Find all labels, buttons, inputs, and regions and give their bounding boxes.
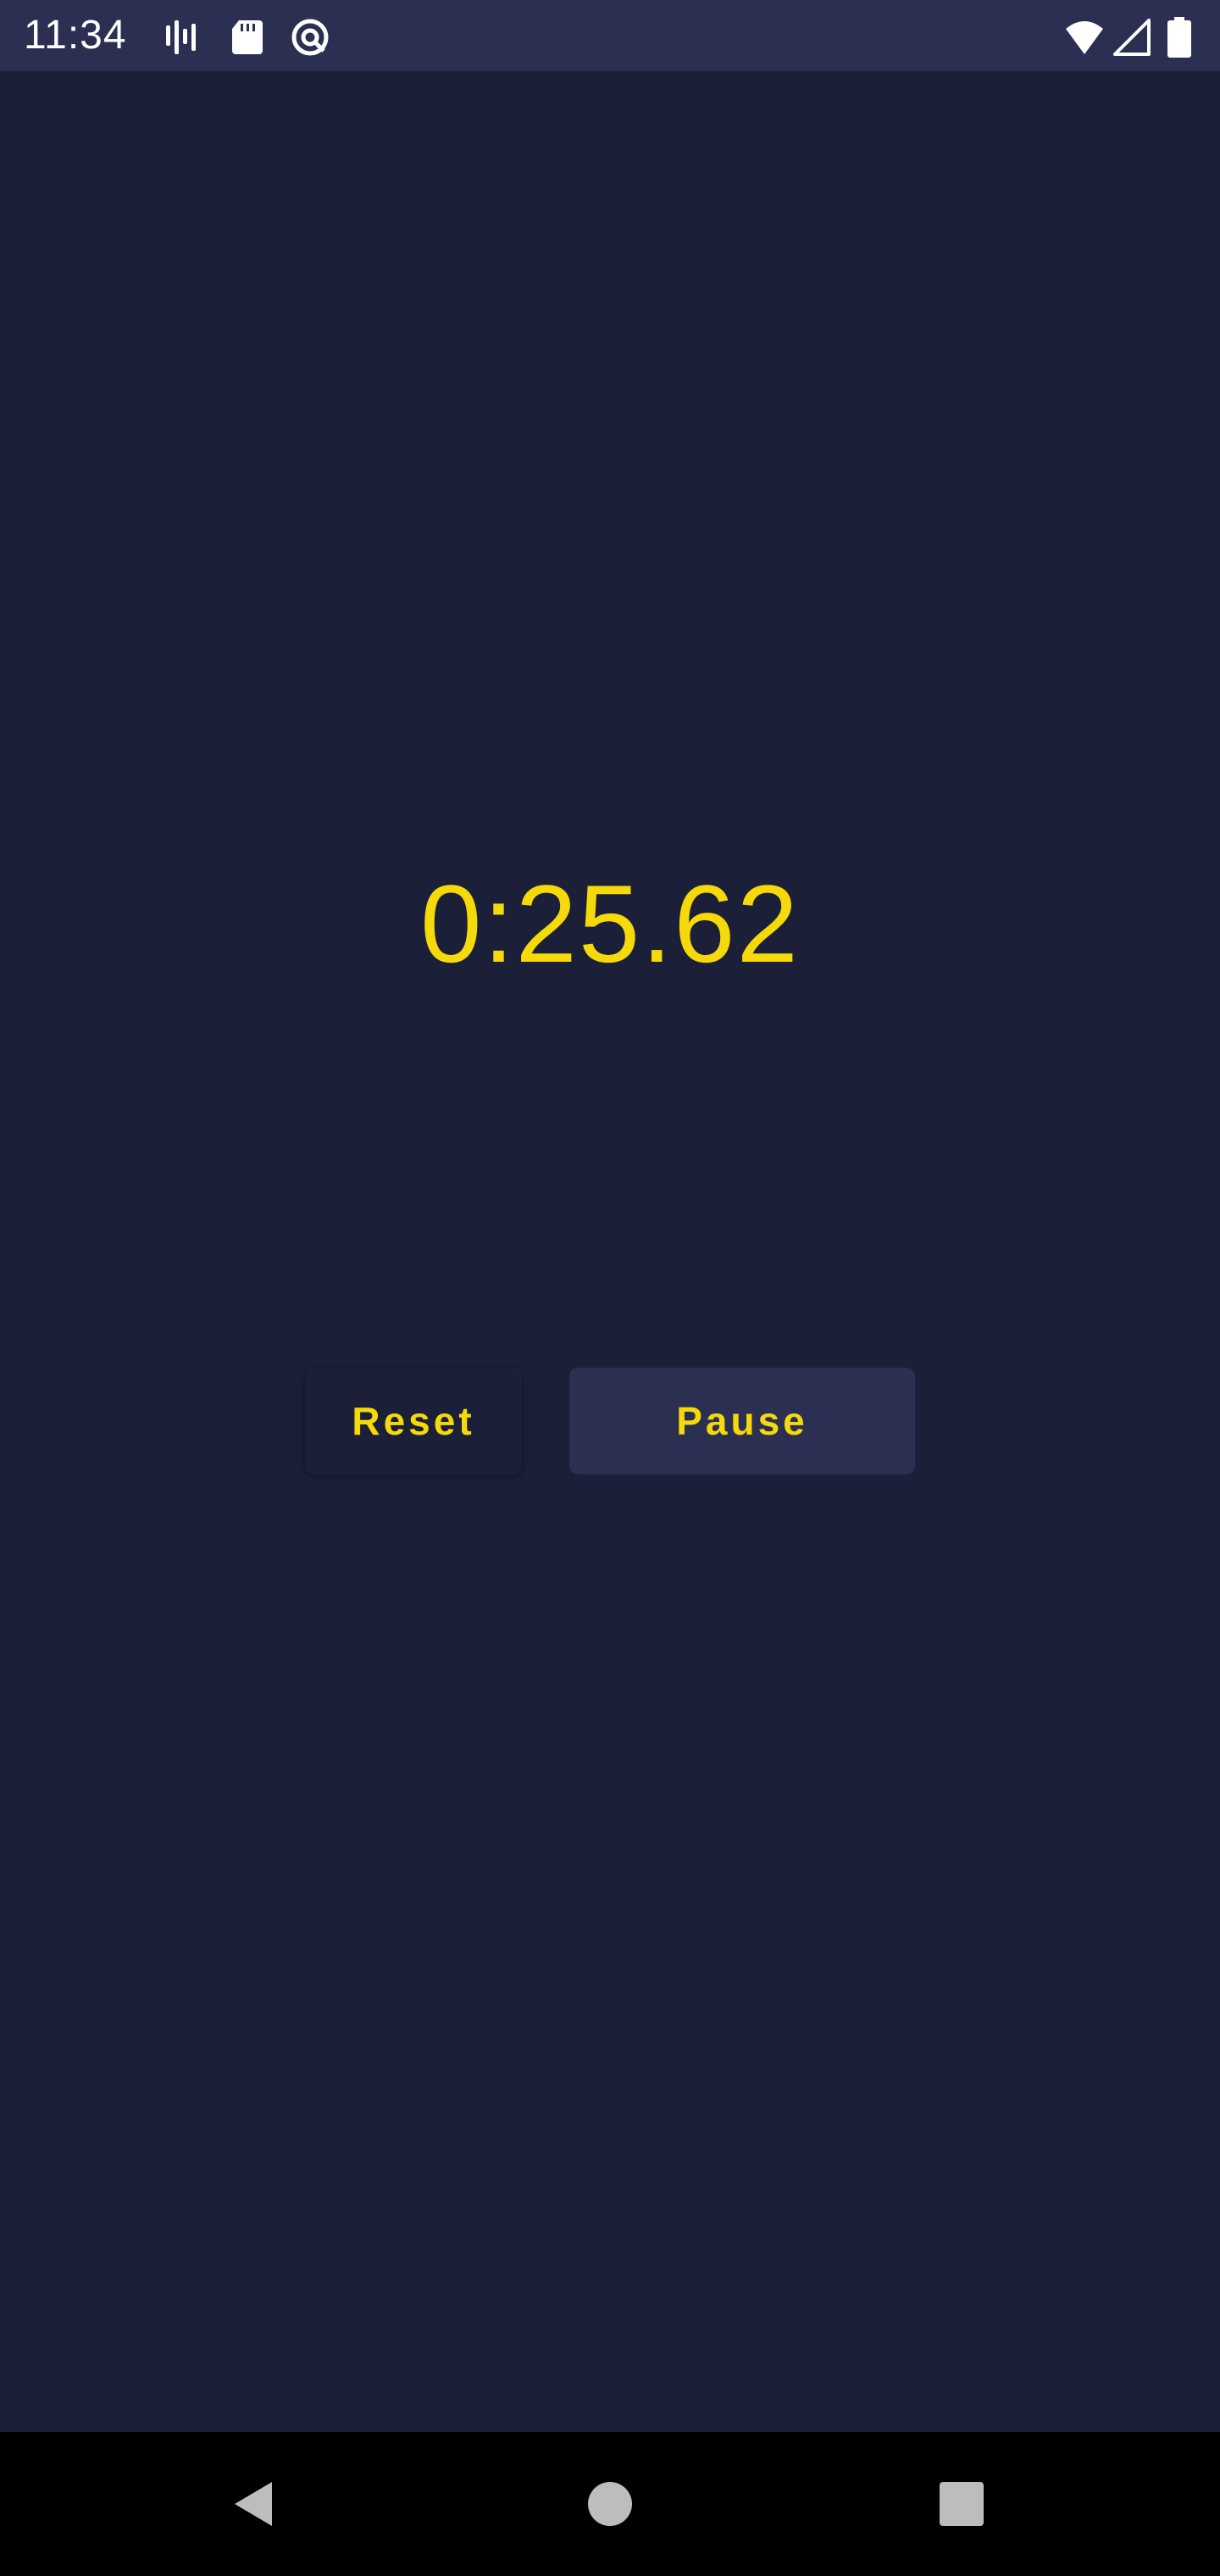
sd-card-icon [227,17,268,58]
activity-icon [163,17,203,58]
pause-button[interactable]: Pause [569,1368,915,1474]
navigation-bar [0,2432,1220,2576]
home-icon[interactable] [572,2466,648,2542]
elapsed-time-display: 0:25.62 [420,862,800,985]
status-time: 11:34 [24,13,127,58]
cell-signal-icon [1112,17,1152,58]
data-saver-icon [290,17,330,58]
recents-icon[interactable] [923,2466,1000,2542]
status-bar: 11:34 [0,0,1220,71]
back-icon[interactable] [217,2466,293,2542]
battery-icon [1164,17,1195,58]
reset-button[interactable]: Reset [305,1368,522,1474]
stopwatch-screen: 11:34 0:25.62 Reset Pause [0,0,1220,2576]
wifi-icon [1064,17,1105,58]
